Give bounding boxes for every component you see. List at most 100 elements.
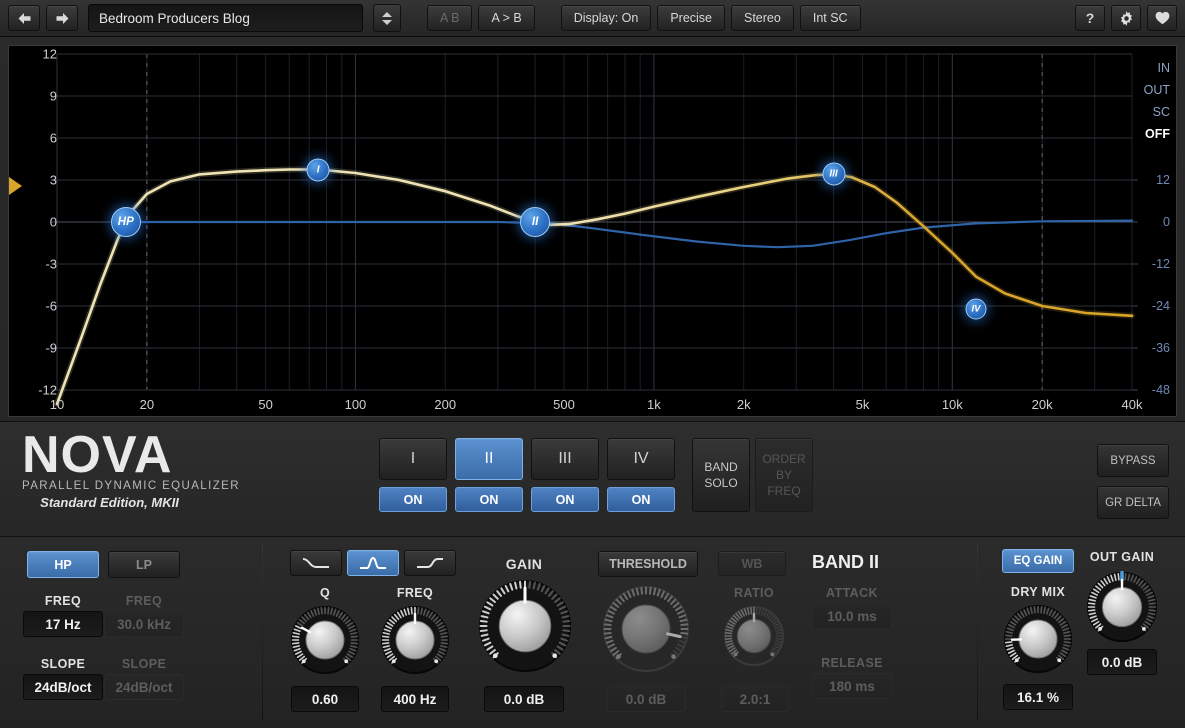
sidechain-button[interactable]: Int SC [800, 5, 861, 31]
y-axis-right-tick: -48 [1132, 383, 1170, 397]
band-on-button-1[interactable]: ON [379, 487, 447, 512]
dry-mix-label: DRY MIX [1000, 585, 1076, 599]
band-handle-hp[interactable]: HP [111, 207, 141, 237]
band-selector[interactable]: I ON II ON III ON IV ON [379, 438, 675, 512]
band-handle-ii[interactable]: II [520, 207, 550, 237]
eq-graph[interactable]: 129630-3-6-9-12 INOUTSCOFF120-12-24-36-4… [8, 45, 1177, 417]
gr-delta-button[interactable]: GR DELTA [1097, 486, 1169, 519]
logo: NOVA PARALLEL DYNAMIC EQUALIZER Standard… [22, 428, 272, 510]
channel-mode-button[interactable]: Stereo [731, 5, 794, 31]
preset-prev-icon[interactable] [382, 12, 392, 17]
shape-high-shelf-button[interactable] [404, 550, 456, 576]
hp-freq-label: FREQ [27, 594, 99, 608]
help-button[interactable]: ? [1075, 5, 1105, 31]
lp-slope-label: SLOPE [108, 657, 180, 671]
band-column-2: II ON [455, 438, 523, 512]
band-handle-i[interactable]: I [307, 159, 330, 182]
band-button-4[interactable]: IV [607, 438, 675, 480]
logo-edition: Standard Edition, MKII [22, 495, 197, 510]
preset-stepper[interactable] [373, 4, 401, 32]
eq-gain-toggle-button[interactable]: EQ GAIN [1002, 549, 1074, 573]
lp-freq-value[interactable]: 30.0 kHz [104, 611, 184, 637]
ab-copy-button[interactable]: A > B [478, 5, 534, 31]
attack-value[interactable]: 10.0 ms [812, 603, 892, 629]
ratio-knob[interactable] [723, 605, 785, 667]
y-axis-left-tick: 6 [15, 131, 57, 146]
gain-value[interactable]: 0.0 dB [484, 686, 564, 712]
preset-name-text: Bedroom Producers Blog [99, 11, 250, 26]
band-on-button-4[interactable]: ON [607, 487, 675, 512]
shape-low-shelf-button[interactable] [290, 550, 342, 576]
preset-name-field[interactable]: Bedroom Producers Blog [88, 4, 363, 32]
threshold-knob[interactable] [602, 585, 690, 673]
y-axis-left-tick: -3 [15, 257, 57, 272]
graph-mode-out[interactable]: OUT [1132, 83, 1170, 97]
display-toggle-button[interactable]: Display: On [561, 5, 652, 31]
release-value[interactable]: 180 ms [812, 673, 892, 699]
band-solo-button[interactable]: BAND SOLO [692, 438, 750, 512]
x-axis-tick: 10 [50, 397, 64, 412]
band-button-3[interactable]: III [531, 438, 599, 480]
y-axis-right-tick: -12 [1132, 257, 1170, 271]
wideband-toggle-button[interactable]: WB [718, 551, 786, 576]
q-label: Q [293, 586, 357, 600]
gain-knob[interactable] [478, 579, 572, 673]
quality-button[interactable]: Precise [657, 5, 725, 31]
y-axis-right-tick: 12 [1132, 173, 1170, 187]
band-handle-iii[interactable]: III [822, 163, 845, 186]
q-knob[interactable] [290, 605, 360, 675]
band-solo-line-2: SOLO [704, 475, 737, 491]
band-button-2[interactable]: II [455, 438, 523, 480]
eq-graph-canvas[interactable] [9, 46, 1176, 416]
preset-next-icon[interactable] [382, 20, 392, 25]
x-axis-tick: 50 [258, 397, 272, 412]
hp-freq-value[interactable]: 17 Hz [23, 611, 103, 637]
band-on-button-2[interactable]: ON [455, 487, 523, 512]
q-value[interactable]: 0.60 [291, 686, 359, 712]
x-axis-tick: 500 [553, 397, 575, 412]
out-gain-value[interactable]: 0.0 dB [1087, 649, 1157, 675]
x-axis-tick: 2k [737, 397, 751, 412]
band-handle-iv[interactable]: IV [965, 298, 986, 319]
band-title: BAND II [812, 552, 879, 573]
band-freq-knob[interactable] [380, 605, 450, 675]
divider-2 [977, 543, 978, 721]
bottom-panel: HP LP FREQ 17 Hz SLOPE 24dB/oct FREQ 30.… [0, 536, 1185, 728]
bypass-button[interactable]: BYPASS [1097, 444, 1169, 477]
ab-compare-button[interactable]: A B [427, 5, 472, 31]
mid-panel: NOVA PARALLEL DYNAMIC EQUALIZER Standard… [0, 421, 1185, 536]
hp-slope-label: SLOPE [27, 657, 99, 671]
threshold-value[interactable]: 0.0 dB [606, 686, 686, 712]
order-by-freq-button[interactable]: ORDER BY FREQ [755, 438, 813, 512]
graph-mode-in[interactable]: IN [1132, 61, 1170, 75]
graph-mode-off[interactable]: OFF [1132, 127, 1170, 141]
heart-icon [1155, 11, 1170, 25]
hp-toggle-button[interactable]: HP [27, 551, 99, 578]
back-button[interactable] [8, 5, 40, 31]
x-axis-tick: 40k [1122, 397, 1143, 412]
out-gain-knob[interactable] [1086, 571, 1158, 643]
band-freq-value[interactable]: 400 Hz [381, 686, 449, 712]
band-button-1[interactable]: I [379, 438, 447, 480]
favorite-button[interactable] [1147, 5, 1177, 31]
lp-toggle-button[interactable]: LP [108, 551, 180, 578]
hp-slope-value[interactable]: 24dB/oct [23, 674, 103, 700]
shape-bell-button[interactable] [347, 550, 399, 576]
band-on-button-3[interactable]: ON [531, 487, 599, 512]
band-column-1: I ON [379, 438, 447, 512]
forward-button[interactable] [46, 5, 78, 31]
band-column-4: IV ON [607, 438, 675, 512]
graph-mode-sc[interactable]: SC [1132, 105, 1170, 119]
x-axis-tick: 200 [434, 397, 456, 412]
dry-mix-value[interactable]: 16.1 % [1003, 684, 1073, 710]
threshold-toggle-button[interactable]: THRESHOLD [598, 551, 698, 577]
graph-y-axis-left: 129630-3-6-9-12 [9, 46, 57, 416]
y-axis-right-tick: -24 [1132, 299, 1170, 313]
toolbar: Bedroom Producers Blog A B A > B Display… [0, 0, 1185, 37]
dry-mix-knob[interactable] [1003, 604, 1073, 674]
x-axis-tick: 10k [942, 397, 963, 412]
settings-button[interactable] [1111, 5, 1141, 31]
ratio-value[interactable]: 2.0:1 [721, 686, 789, 712]
band-solo-label: BAND SOLO [704, 459, 737, 491]
lp-slope-value[interactable]: 24dB/oct [104, 674, 184, 700]
